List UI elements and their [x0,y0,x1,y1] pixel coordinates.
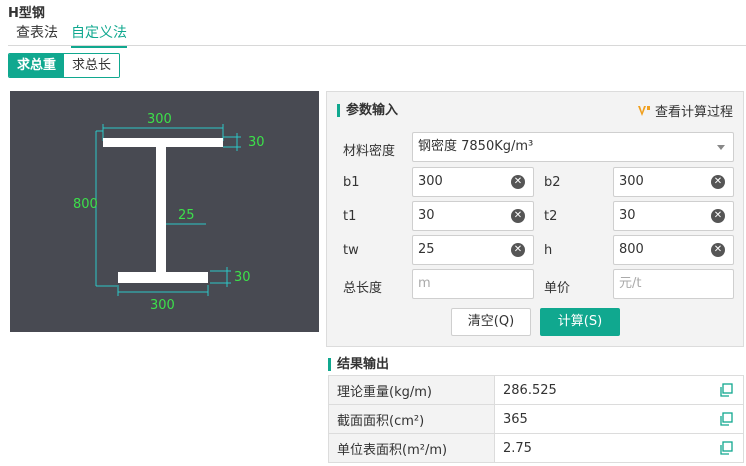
result-value: 365 [503,411,528,427]
h-label: h [544,243,553,258]
vip-icon [637,105,650,116]
copy-icon[interactable] [719,412,733,426]
b1-label: b1 [343,175,360,190]
tw-input[interactable]: 25 ✕ [412,235,534,265]
web-thickness-label: 25 [178,208,195,223]
top-width-label: 300 [147,112,172,127]
h-input[interactable]: 800 ✕ [613,235,734,265]
h-value: 800 [619,242,644,257]
result-value: 2.75 [503,440,532,456]
t2-input[interactable]: 30 ✕ [613,201,734,231]
t2-value: 30 [619,208,636,223]
bottom-thickness-label: 30 [234,270,251,285]
result-value-cell: 365 [494,404,744,434]
h-beam-diagram: 300 30 800 25 30 300 [73,112,265,313]
t1-input[interactable]: 30 ✕ [412,201,534,231]
b1-input[interactable]: 300 ✕ [412,167,534,197]
clear-tw-icon[interactable]: ✕ [511,243,525,257]
results-title: 结果输出 [328,358,389,371]
calc-process-link[interactable]: 查看计算过程 [637,101,733,120]
clear-b1-icon[interactable]: ✕ [511,175,525,189]
t2-label: t2 [544,209,558,224]
bottom-width-label: 300 [150,298,175,313]
b2-value: 300 [619,174,644,189]
price-placeholder: 元/t [619,276,642,291]
clear-t2-icon[interactable]: ✕ [711,209,725,223]
tab-lookup[interactable]: 查表法 [16,22,58,46]
t1-label: t1 [343,209,357,224]
web [156,147,166,272]
copy-icon[interactable] [719,441,733,455]
clear-button[interactable]: 清空(Q) [451,308,531,336]
calculate-button[interactable]: 计算(S) [540,308,620,336]
method-tabs: 查表法 自定义法 [8,20,746,48]
total-length-button[interactable]: 求总长 [64,54,120,77]
result-value: 286.525 [503,382,557,398]
clear-h-icon[interactable]: ✕ [711,243,725,257]
b2-label: b2 [544,175,561,190]
copy-icon[interactable] [719,383,733,397]
total-weight-button[interactable]: 求总重 [9,54,65,77]
length-label: 总长度 [343,281,383,296]
params-title: 参数输入 [337,104,398,117]
result-label: 截面面积(cm²) [328,404,495,434]
material-select[interactable]: 钢密度 7850Kg/m³ [412,132,734,162]
table-row: 截面面积(cm²) 365 [328,404,744,434]
result-value-cell: 286.525 [494,375,744,405]
result-label: 单位表面积(m²/m) [328,433,495,463]
tab-custom[interactable]: 自定义法 [71,22,127,48]
top-thickness-label: 30 [248,135,265,150]
height-label: 800 [73,197,98,212]
b2-input[interactable]: 300 ✕ [613,167,734,197]
tw-label: tw [343,243,359,258]
params-panel: 参数输入 查看计算过程 材料密度 钢密度 7850Kg/m³ b1 300 ✕ … [326,91,744,347]
length-input[interactable]: m [412,269,534,299]
page-title: H型钢 [8,6,45,21]
result-value-cell: 2.75 [494,433,744,463]
result-label: 理论重量(kg/m) [328,375,495,405]
chevron-down-icon [717,145,725,150]
material-label: 材料密度 [343,144,396,159]
t1-value: 30 [418,208,435,223]
price-input[interactable]: 元/t [613,269,734,299]
tw-value: 25 [418,242,435,257]
h-beam-drawing: 300 30 800 25 30 300 [10,91,319,332]
table-row: 理论重量(kg/m) 286.525 [328,375,744,405]
b1-value: 300 [418,174,443,189]
results-table: 理论重量(kg/m) 286.525 截面面积(cm²) 365 单位表面积(m… [328,375,744,463]
bottom-flange [118,272,208,283]
clear-t1-icon[interactable]: ✕ [511,209,525,223]
clear-b2-icon[interactable]: ✕ [711,175,725,189]
price-label: 单价 [544,281,571,296]
calc-process-label: 查看计算过程 [654,105,733,120]
material-value: 钢密度 7850Kg/m³ [418,139,534,154]
length-placeholder: m [418,276,431,291]
top-flange [103,138,223,147]
table-row: 单位表面积(m²/m) 2.75 [328,433,744,463]
mode-switch: 求总重 求总长 [8,53,121,78]
